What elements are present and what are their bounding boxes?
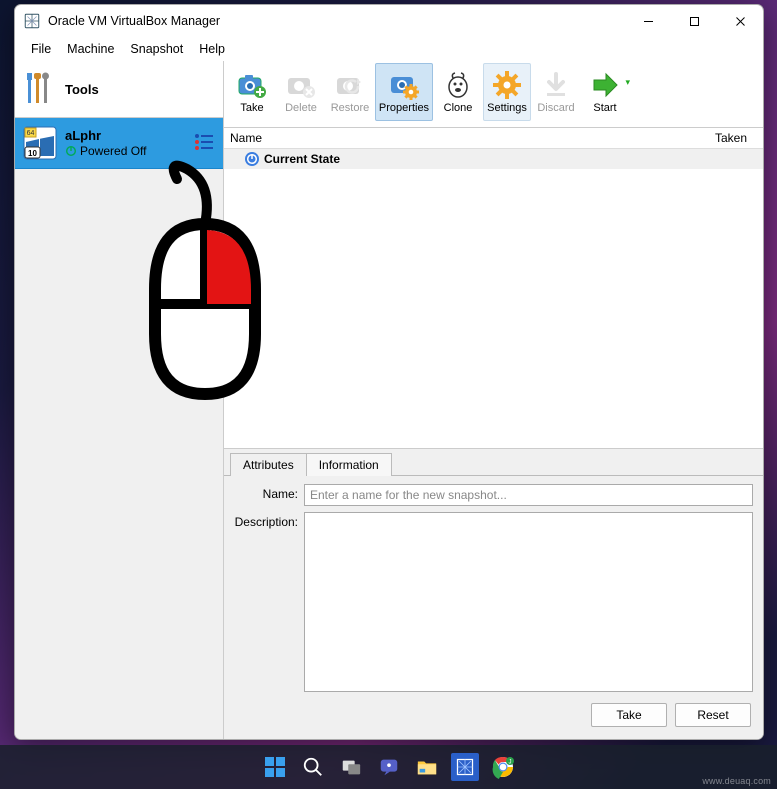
vm-state: Powered Off — [65, 144, 146, 158]
svg-text:J: J — [508, 760, 511, 766]
reset-button[interactable]: Reset — [675, 703, 751, 727]
snapshot-description-input[interactable] — [304, 512, 753, 692]
snapshot-name-input[interactable] — [304, 484, 753, 506]
menu-snapshot[interactable]: Snapshot — [122, 39, 191, 59]
power-icon — [65, 145, 77, 157]
column-taken[interactable]: Taken — [715, 131, 763, 145]
maximize-button[interactable] — [671, 5, 717, 37]
vm-os-icon: 64 10 — [23, 126, 57, 160]
chat-icon[interactable] — [375, 753, 403, 781]
vm-menu-icon[interactable] — [193, 132, 215, 155]
discard-arrow-icon — [541, 70, 571, 100]
take-button[interactable]: Take — [591, 703, 667, 727]
virtualbox-icon[interactable] — [451, 753, 479, 781]
start-arrow-icon — [590, 70, 620, 100]
svg-text:10: 10 — [28, 149, 37, 158]
camera-restore-icon — [335, 70, 365, 100]
attributes-panel: Attributes Information Name: Description… — [224, 448, 763, 739]
column-name[interactable]: Name — [224, 131, 715, 145]
description-label: Description: — [234, 512, 298, 529]
close-button[interactable] — [717, 5, 763, 37]
file-explorer-icon[interactable] — [413, 753, 441, 781]
menu-machine[interactable]: Machine — [59, 39, 122, 59]
app-icon — [23, 12, 41, 30]
chrome-icon[interactable]: J — [489, 753, 517, 781]
task-view-icon[interactable] — [337, 753, 365, 781]
minimize-button[interactable] — [625, 5, 671, 37]
name-label: Name: — [234, 484, 298, 501]
chevron-down-icon: ▾ — [625, 77, 630, 88]
menubar: File Machine Snapshot Help — [15, 37, 763, 61]
vm-name: aLphr — [65, 128, 146, 143]
menu-file[interactable]: File — [23, 39, 59, 59]
toolbar-properties[interactable]: Properties — [375, 63, 433, 121]
toolbar-restore: Restore — [326, 63, 374, 121]
right-pane: Take Delete Restore Properties Clone — [224, 61, 763, 739]
menu-help[interactable]: Help — [191, 39, 233, 59]
tools-label: Tools — [65, 82, 99, 97]
toolbar-clone[interactable]: Clone — [434, 63, 482, 121]
camera-delete-icon — [286, 70, 316, 100]
vm-list-item[interactable]: 64 10 aLphr Powered Off — [15, 118, 223, 169]
snapshot-columns: Name Taken — [224, 128, 763, 149]
taskbar[interactable]: J — [0, 745, 777, 789]
toolbar-settings[interactable]: Settings — [483, 63, 531, 121]
toolbar-delete: Delete — [277, 63, 325, 121]
toolbar-discard: Discard — [532, 63, 580, 121]
power-icon — [244, 151, 260, 167]
snapshot-current-state[interactable]: Current State — [224, 149, 763, 169]
attr-tabs: Attributes Information — [224, 449, 763, 476]
window-title: Oracle VM VirtualBox Manager — [48, 14, 220, 28]
tab-information[interactable]: Information — [306, 453, 392, 476]
gear-icon — [492, 70, 522, 100]
titlebar: Oracle VM VirtualBox Manager — [15, 5, 763, 37]
tools-button[interactable]: Tools — [15, 61, 223, 118]
snapshot-list[interactable]: Current State — [224, 149, 763, 448]
toolbar-start[interactable]: ▾ Start — [581, 63, 629, 121]
left-pane: Tools 64 10 aLphr — [15, 61, 224, 739]
clone-icon — [443, 70, 473, 100]
tools-icon — [23, 71, 55, 108]
tab-attributes[interactable]: Attributes — [230, 453, 307, 476]
search-icon[interactable] — [299, 753, 327, 781]
start-menu-icon[interactable] — [261, 753, 289, 781]
toolbar: Take Delete Restore Properties Clone — [224, 61, 763, 128]
camera-plus-icon — [237, 70, 267, 100]
svg-text:64: 64 — [27, 130, 35, 137]
toolbar-take[interactable]: Take — [228, 63, 276, 121]
camera-gear-icon — [389, 70, 419, 100]
watermark: www.deuaq.com — [702, 776, 771, 786]
